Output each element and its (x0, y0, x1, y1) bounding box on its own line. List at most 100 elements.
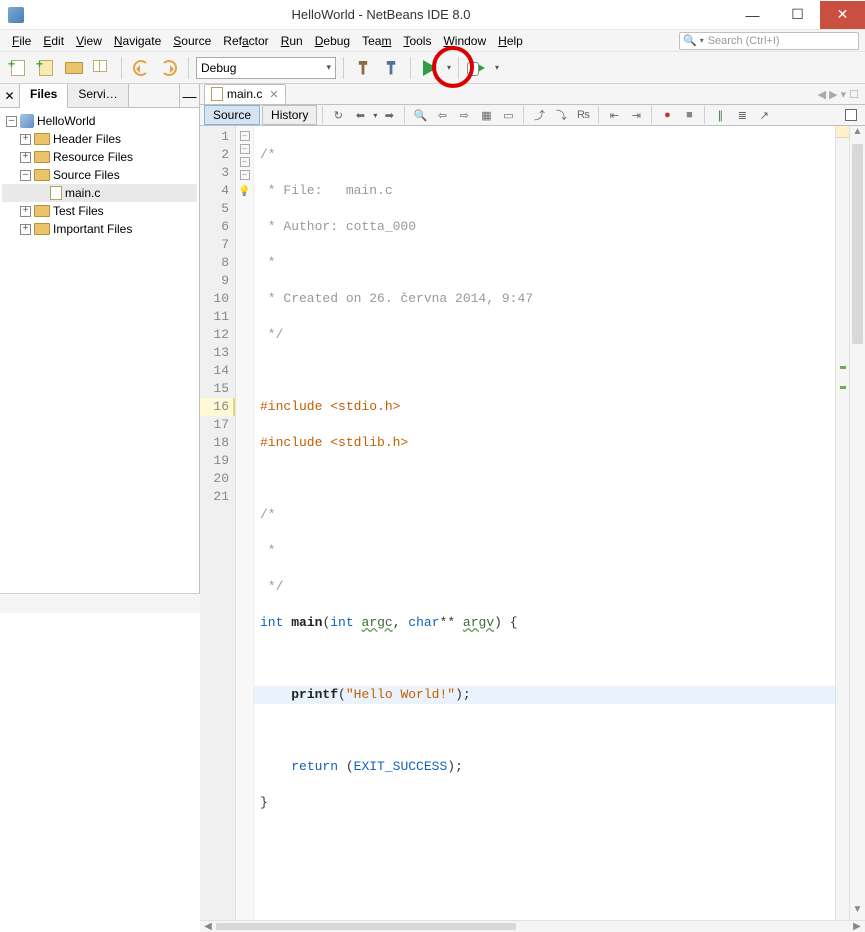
editor-tabs: main.c ✕ ◀ ▶ ▾ ☐ (200, 84, 865, 105)
find-next-button[interactable]: ⇨ (454, 105, 474, 125)
open-project-button[interactable] (62, 56, 86, 80)
minimize-button[interactable]: — (730, 1, 775, 29)
toggle-rect-button[interactable]: ▭ (498, 105, 518, 125)
expander-icon[interactable]: – (6, 116, 17, 127)
editor-toolbar: Source History ↻ ⬅ ▾ ➡ 🔍 ⇦ ⇨ ▦ ▭ ⤴ ⤵ ₨ ⇤… (200, 105, 865, 126)
menu-debug[interactable]: Debug (309, 32, 356, 50)
source-view-button[interactable]: Source (204, 105, 260, 125)
debug-project-button[interactable] (466, 56, 490, 80)
fold-gutter[interactable]: – – – –💡 (236, 126, 254, 920)
new-file-button[interactable] (6, 56, 30, 80)
menu-file[interactable]: File (6, 32, 37, 50)
run-project-button[interactable] (418, 56, 442, 80)
tree-folder-resource[interactable]: + Resource Files (2, 148, 197, 166)
history-view-button[interactable]: History (262, 105, 317, 125)
tree-label: Test Files (53, 204, 104, 218)
find-sel-button[interactable]: 🔍 (410, 105, 430, 125)
tree-file-mainc[interactable]: main.c (2, 184, 197, 202)
expander-icon[interactable]: + (20, 152, 31, 163)
tab-close-icon[interactable]: ✕ (269, 88, 278, 101)
panel-minimize-button[interactable]: — (179, 84, 199, 107)
shift-right-button[interactable]: ⇥ (626, 105, 646, 125)
build-button[interactable] (351, 56, 375, 80)
nav-back-icon[interactable]: ◀ (818, 88, 826, 101)
menu-tools[interactable]: Tools (397, 32, 437, 50)
nav-fwd-button[interactable]: ➡ (379, 105, 399, 125)
tree-project-root[interactable]: – HelloWorld (2, 112, 197, 130)
build-config-select[interactable]: Debug ▾ (196, 57, 336, 79)
nav-drop-icon[interactable]: ▾ (373, 111, 377, 120)
menu-team[interactable]: Team (356, 32, 397, 50)
new-project-button[interactable] (34, 56, 58, 80)
nav-dropdown-icon[interactable]: ▾ (841, 88, 847, 101)
vertical-scrollbar[interactable]: ▲ ▼ (849, 126, 865, 920)
tab-files[interactable]: Files (20, 84, 68, 108)
folder-icon (34, 151, 50, 163)
folder-icon (34, 133, 50, 145)
expander-icon[interactable]: + (20, 206, 31, 217)
tree-label: Important Files (53, 222, 132, 236)
tree-label: Header Files (53, 132, 121, 146)
nav-back-button[interactable]: ⬅ (350, 105, 370, 125)
menu-refactor[interactable]: Refactor (217, 32, 274, 50)
menu-edit[interactable]: Edit (37, 32, 70, 50)
expander-icon[interactable]: – (20, 170, 31, 181)
menu-view[interactable]: View (70, 32, 108, 50)
comment-button[interactable]: ∥ (710, 105, 730, 125)
nav-fwd-icon[interactable]: ▶ (829, 88, 837, 101)
quick-search[interactable]: 🔍 ▾ Search (Ctrl+I) (679, 32, 859, 50)
uncomment-button[interactable]: ≣ (732, 105, 752, 125)
panel-close-button[interactable]: ✕ (0, 84, 20, 107)
run-dropdown-icon[interactable]: ▾ (447, 63, 451, 72)
macro-stop-button[interactable]: ■ (679, 105, 699, 125)
menu-source[interactable]: Source (167, 32, 217, 50)
editor-tab-mainc[interactable]: main.c ✕ (204, 84, 286, 104)
next-bookmark-button[interactable]: ⤵ (551, 105, 571, 125)
toggle-bookmark-button[interactable]: ₨ (573, 105, 593, 125)
debug-dropdown-icon[interactable]: ▾ (495, 63, 499, 72)
folder-icon (34, 205, 50, 217)
prev-bookmark-button[interactable]: ⤴ (529, 105, 549, 125)
editor-area: main.c ✕ ◀ ▶ ▾ ☐ Source History ↻ ⬅ ▾ ➡ … (200, 84, 865, 593)
last-edit-button[interactable]: ↻ (328, 105, 348, 125)
code-editor[interactable]: 123456789101112131415161718192021 – – – … (200, 126, 865, 920)
expander-icon[interactable]: + (20, 224, 31, 235)
goto-decl-button[interactable]: ↗ (754, 105, 774, 125)
menu-bar: File Edit View Navigate Source Refactor … (0, 30, 865, 52)
save-all-button[interactable] (90, 56, 114, 80)
tab-services[interactable]: Servi… (68, 84, 128, 107)
tree-folder-source[interactable]: – Source Files (2, 166, 197, 184)
undo-button[interactable] (129, 56, 153, 80)
menu-run[interactable]: Run (275, 32, 309, 50)
clean-build-button[interactable] (379, 56, 403, 80)
menu-window[interactable]: Window (437, 32, 492, 50)
shift-left-button[interactable]: ⇤ (604, 105, 624, 125)
code-content[interactable]: /* * File: main.c * Author: cotta_000 * … (254, 126, 835, 920)
maximize-button[interactable]: ☐ (775, 1, 820, 29)
error-stripe[interactable] (835, 126, 849, 920)
macro-rec-button[interactable]: ● (657, 105, 677, 125)
main-toolbar: Debug ▾ ▾ ▾ (0, 52, 865, 84)
folder-icon (34, 223, 50, 235)
search-dropdown-icon: ▾ (700, 36, 704, 45)
menu-navigate[interactable]: Navigate (108, 32, 167, 50)
app-icon (8, 7, 24, 23)
redo-button[interactable] (157, 56, 181, 80)
build-config-value: Debug (201, 61, 236, 75)
editor-tab-label: main.c (227, 87, 262, 101)
maximize-editor-icon[interactable]: ☐ (849, 88, 859, 101)
expander-icon[interactable]: + (20, 134, 31, 145)
tree-folder-test[interactable]: + Test Files (2, 202, 197, 220)
tree-folder-important[interactable]: + Important Files (2, 220, 197, 238)
tree-folder-header[interactable]: + Header Files (2, 130, 197, 148)
horizontal-scrollbar[interactable]: ◀ ▶ (200, 920, 865, 932)
menu-help[interactable]: Help (492, 32, 529, 50)
window-title: HelloWorld - NetBeans IDE 8.0 (32, 7, 730, 22)
fullscreen-editor-button[interactable] (841, 105, 861, 125)
find-prev-button[interactable]: ⇦ (432, 105, 452, 125)
toggle-highlight-button[interactable]: ▦ (476, 105, 496, 125)
project-tree[interactable]: – HelloWorld + Header Files + Resource F… (0, 108, 199, 593)
dropdown-icon: ▾ (326, 62, 331, 73)
close-button[interactable]: ✕ (820, 1, 865, 29)
line-gutter: 123456789101112131415161718192021 (200, 126, 236, 920)
